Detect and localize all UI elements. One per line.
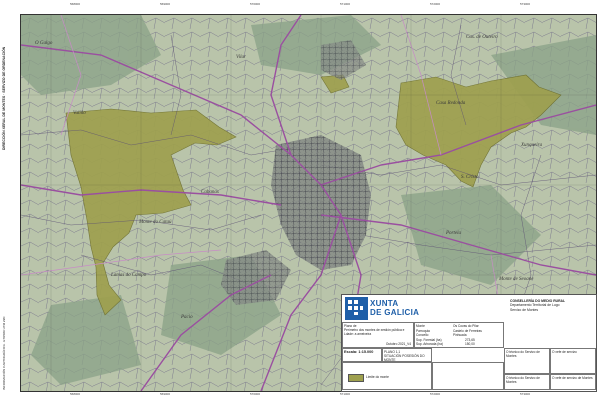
brand-line1: XUNTA bbox=[370, 299, 399, 308]
place-name: O Galgo bbox=[35, 41, 53, 46]
place-name: S. Cristo bbox=[461, 175, 479, 180]
field-label: Parroquia bbox=[416, 328, 430, 333]
plan-description: Perímetro dos montes de xestión pública … bbox=[344, 328, 405, 336]
brand-line2: DE GALICIA bbox=[370, 308, 420, 317]
xunta-logo-icon bbox=[345, 297, 368, 320]
scale-cell: Escala: 1:15.000 bbox=[342, 348, 382, 362]
field-list-cell: Monte Os Covas do Pilar Parroquia Castel… bbox=[414, 322, 504, 348]
legend-label: Límite do monte bbox=[366, 375, 389, 379]
left-margin-footer: INFORMACIÓN CARTOGRÁFICA · ETRS89 UTM 29… bbox=[2, 316, 6, 390]
signature-left: O técnico do Servizo de Montes bbox=[506, 350, 540, 358]
map-scale: Escala: 1:15.000 bbox=[344, 350, 374, 354]
signature-right-cell: O xefe de servizo bbox=[550, 348, 596, 374]
place-name: Valiño bbox=[73, 111, 86, 116]
left-margin-label: DIRECCIÓN XERAL DE MONTES · SERVIZO DE O… bbox=[2, 46, 6, 150]
signature-right: O xefe de servizo bbox=[552, 350, 577, 354]
logo-area: XUNTA DE GALICIA bbox=[342, 295, 502, 321]
footer-left: O técnico do Servizo de Montes bbox=[506, 376, 540, 384]
footer-mid-cell: O xefe de servizo de Montes bbox=[550, 374, 596, 390]
top-coordinate-ticks: 568000 569000 570000 571000 572000 573000 bbox=[70, 2, 531, 6]
plan-description-cell: Plano de Perímetro dos montes de xestión… bbox=[342, 322, 414, 348]
title-block: XUNTA DE GALICIA CONSELLERÍA DO MEDIO RU… bbox=[341, 294, 597, 392]
department-block: CONSELLERÍA DO MEDIO RURAL Departamento … bbox=[510, 299, 594, 312]
bottom-coordinate-ticks: 568000 569000 570000 571000 572000 573000 bbox=[70, 392, 531, 396]
place-name: Lamas do Campo bbox=[111, 273, 147, 278]
place-name: Xunqueira bbox=[521, 143, 543, 148]
place-name: Cabanas bbox=[201, 190, 219, 195]
legend-cell: Límite do monte bbox=[342, 362, 432, 390]
map-sheet: 568000 569000 570000 571000 572000 573000 5… bbox=[0, 0, 615, 407]
place-name: Monte de Seoane bbox=[499, 277, 534, 282]
field-label: Monte bbox=[416, 324, 425, 328]
place-name: Pacio bbox=[181, 315, 193, 320]
field-label: Sup. Arborada (ha) bbox=[416, 342, 443, 347]
signature-left-cell: O técnico do Servizo de Montes bbox=[504, 348, 550, 374]
service-name: Servizo de Montes bbox=[510, 307, 539, 312]
brand-name: XUNTA DE GALICIA bbox=[370, 299, 419, 317]
field-label: Sup. Forestal (ha) bbox=[416, 337, 442, 342]
place-name: Cas. de Outeiro bbox=[466, 35, 498, 40]
plan-date: Outubro 2021_V4 bbox=[385, 342, 411, 346]
place-name: Casa Redonda bbox=[436, 101, 466, 106]
legend-swatch-forest bbox=[348, 374, 364, 382]
place-name: Vilar bbox=[236, 55, 246, 60]
plan-title: SITUACIÓN POSESIÓN DO MONTE bbox=[384, 354, 425, 362]
blank-cell bbox=[432, 362, 504, 390]
footer-left-cell: O técnico do Servizo de Montes bbox=[504, 374, 550, 390]
field-value: 150,00 bbox=[465, 342, 475, 347]
place-name: Monte do Cataú bbox=[139, 220, 172, 225]
field-label: Concello bbox=[416, 333, 429, 338]
place-name: Portela bbox=[446, 231, 461, 236]
plan-number-cell: PLANO 1.1 SITUACIÓN POSESIÓN DO MONTE bbox=[382, 348, 432, 362]
footer-mid: O xefe de servizo de Montes bbox=[552, 376, 593, 380]
